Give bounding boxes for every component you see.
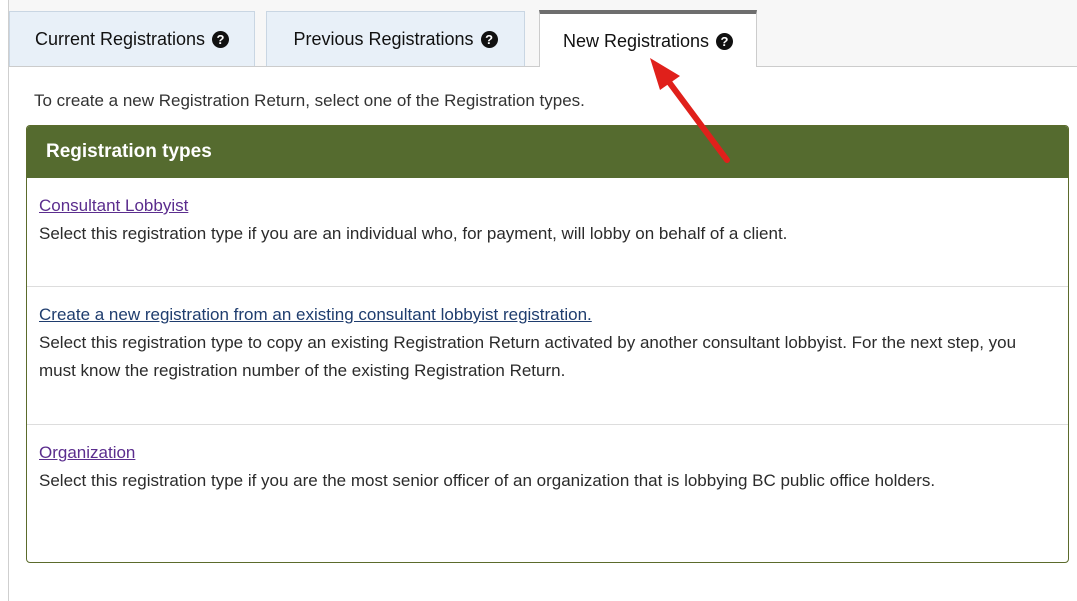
tab-previous-registrations[interactable]: Previous Registrations ? bbox=[266, 11, 525, 67]
tab-label: Previous Registrations bbox=[293, 29, 474, 49]
list-item: Create a new registration from an existi… bbox=[27, 287, 1068, 425]
tab-label: New Registrations bbox=[562, 30, 710, 51]
help-icon[interactable]: ? bbox=[716, 32, 734, 50]
tab-bar: Current Registrations ? Previous Registr… bbox=[9, 10, 1077, 68]
page-frame: Current Registrations ? Previous Registr… bbox=[8, 0, 1077, 601]
help-icon[interactable]: ? bbox=[212, 31, 230, 48]
tab-current-registrations[interactable]: Current Registrations ? bbox=[9, 11, 255, 67]
organization-link[interactable]: Organization bbox=[39, 439, 135, 467]
copy-existing-registration-link[interactable]: Create a new registration from an existi… bbox=[39, 301, 592, 329]
tab-label: Current Registrations bbox=[34, 29, 206, 49]
panel-title: Registration types bbox=[27, 126, 1068, 178]
item-description: Select this registration type if you are… bbox=[39, 471, 936, 490]
tab-content: To create a new Registration Return, sel… bbox=[9, 67, 1077, 601]
item-description: Select this registration type if you are… bbox=[39, 224, 788, 243]
intro-text: To create a new Registration Return, sel… bbox=[34, 91, 585, 110]
help-icon[interactable]: ? bbox=[480, 31, 498, 48]
registration-types-panel: Registration types Consultant Lobbyist S… bbox=[26, 125, 1069, 563]
item-description: Select this registration type to copy an… bbox=[39, 333, 1017, 380]
consultant-lobbyist-link[interactable]: Consultant Lobbyist bbox=[39, 192, 188, 220]
tab-new-registrations[interactable]: New Registrations ? bbox=[539, 10, 757, 68]
list-item: Consultant Lobbyist Select this registra… bbox=[27, 178, 1068, 287]
list-item: Organization Select this registration ty… bbox=[27, 425, 1068, 562]
